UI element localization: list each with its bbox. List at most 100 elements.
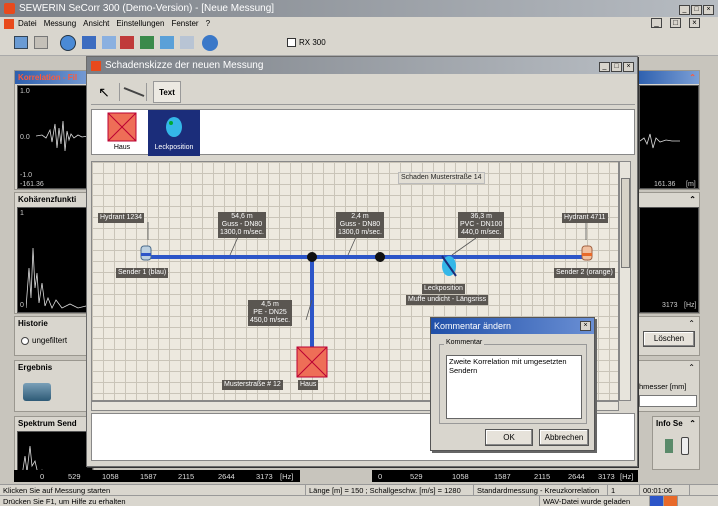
- leck-label[interactable]: Leckposition: [422, 284, 465, 294]
- sketch-maximize-button[interactable]: □: [611, 62, 622, 72]
- child-restore-button[interactable]: □: [670, 18, 681, 28]
- line-tool-icon[interactable]: [119, 83, 147, 101]
- spek-r-tick-529: 529: [410, 472, 423, 481]
- minimize-button[interactable]: _: [679, 5, 690, 15]
- kohaerenz-waveform: [26, 247, 94, 309]
- child-close-button[interactable]: ×: [689, 18, 700, 28]
- menu-datei[interactable]: Datei: [18, 19, 37, 28]
- spek-r-tick-2115: 2115: [534, 472, 551, 481]
- koh-y-top: 1: [20, 210, 24, 217]
- comment-textarea[interactable]: Zweite Korrelation mit umgesetzten Sende…: [446, 355, 582, 419]
- menu-fenster[interactable]: Fenster: [171, 19, 198, 28]
- right-hist-collapse[interactable]: ⌃: [688, 319, 695, 328]
- vscroll-thumb[interactable]: [621, 178, 630, 268]
- durchmesser-field[interactable]: [639, 395, 697, 407]
- kohaerenz-header: Kohärenzfunkti: [15, 193, 93, 206]
- hydrant-left-icon[interactable]: [139, 244, 153, 262]
- ok-button[interactable]: OK: [485, 429, 533, 446]
- close-button[interactable]: ×: [703, 5, 714, 15]
- leck-map-icon[interactable]: [438, 252, 460, 278]
- palette-haus[interactable]: Haus: [102, 112, 142, 154]
- right-ergebnis-panel: ⌃ hmesser [mm]: [636, 360, 700, 412]
- toolbar-icon-1[interactable]: [14, 36, 28, 49]
- koh-y-bot: 0: [20, 302, 24, 309]
- toolbar-icon-3[interactable]: [60, 35, 76, 51]
- pointer-tool-icon[interactable]: ↖: [95, 83, 113, 101]
- junction-2: [375, 252, 385, 262]
- right-korr-collapse[interactable]: ⌃: [689, 73, 696, 82]
- text-tool-button[interactable]: Text: [153, 81, 181, 103]
- sketch-close-button[interactable]: ×: [623, 62, 634, 72]
- maximize-button[interactable]: □: [691, 5, 702, 15]
- loeschen-button[interactable]: Löschen: [643, 331, 695, 347]
- muster-label[interactable]: Musterstraße # 12: [222, 380, 283, 390]
- comment-group: Kommentar Zweite Korrelation mit umgeset…: [439, 339, 587, 424]
- segment1-label[interactable]: 54,6 m Guss - DN80 1300,0 m/sec.: [218, 212, 266, 238]
- toolbar-icon-10[interactable]: [202, 35, 218, 51]
- menubar: Datei Messung Ansicht Einstellungen Fens…: [0, 17, 718, 30]
- spek-tick-2644: 2644: [218, 472, 235, 481]
- right-koh-collapse[interactable]: ⌃: [689, 195, 696, 204]
- spek-tick-529: 529: [68, 472, 81, 481]
- right-erg-collapse[interactable]: ⌃: [688, 363, 695, 372]
- battery-icon: [681, 437, 689, 455]
- status-indicator-orange: [664, 496, 678, 506]
- rx300-checkbox[interactable]: [287, 38, 296, 47]
- menu-help[interactable]: ?: [206, 19, 210, 28]
- ergebnis-header: Ergebnis: [15, 361, 93, 374]
- toolbar-icon-9[interactable]: [180, 36, 194, 49]
- sender2-label[interactable]: Sender 2 (orange): [554, 268, 615, 278]
- info-collapse[interactable]: ⌃: [689, 419, 696, 428]
- sketch-vscroll[interactable]: [619, 161, 631, 401]
- korrelation-header: Korrelation - Fil: [15, 71, 93, 84]
- muffe-label[interactable]: Muffe undicht - Längsriss: [406, 295, 489, 305]
- toolbar-icon-7[interactable]: [140, 36, 154, 49]
- status-wav: WAV-Datei wurde geladen: [540, 496, 650, 506]
- hydrant-left-label[interactable]: Hydrant 1234: [98, 213, 145, 223]
- child-minimize-button[interactable]: _: [651, 18, 662, 28]
- korr-y-mid: 0.0: [20, 134, 30, 141]
- segment2-label[interactable]: 2,4 m Guss - DN80 1300,0 m/sec.: [336, 212, 384, 238]
- toolbar-icon-5[interactable]: [102, 36, 116, 49]
- toolbar-icon-6[interactable]: [120, 36, 134, 49]
- sketch-titlebar: Schadenskizze der neuen Messung _ □ ×: [87, 57, 637, 74]
- sketch-tool-strip: ↖ Text: [91, 79, 635, 105]
- durchmesser-label: hmesser [mm]: [639, 382, 687, 391]
- palette-leck-label: Leckposition: [154, 144, 194, 151]
- right-korrelation-panel: ⌃ 161.36 [m]: [636, 70, 700, 190]
- menu-ansicht[interactable]: Ansicht: [83, 19, 109, 28]
- spek-r-tick-0: 0: [378, 472, 383, 481]
- comment-close-button[interactable]: ×: [580, 321, 591, 331]
- menu-messung[interactable]: Messung: [44, 19, 76, 28]
- sender1-label[interactable]: Sender 1 (blau): [116, 268, 169, 278]
- sketch-minimize-button[interactable]: _: [599, 62, 610, 72]
- segment3-label[interactable]: 36,3 m PVC - DN100 440,0 m/sec.: [458, 212, 505, 238]
- header-note-label[interactable]: Schaden Musterstraße 14: [398, 172, 485, 184]
- ungefiltert-radio[interactable]: [21, 337, 29, 345]
- korr-y-bot: -1.0: [20, 172, 33, 179]
- hydrant-right-label[interactable]: Hydrant 4711: [562, 213, 608, 223]
- spek-r-tick-unit: [Hz]: [620, 472, 634, 481]
- haus-map-label[interactable]: Haus: [298, 380, 319, 390]
- haus-map-icon[interactable]: [296, 346, 328, 378]
- abbrechen-button[interactable]: Abbrechen: [539, 429, 589, 446]
- status-time: 00:01:06: [640, 485, 690, 495]
- palette-haus-label: Haus: [113, 144, 131, 151]
- palette-leckposition[interactable]: Leckposition: [148, 110, 200, 156]
- segment4-label[interactable]: 4,5 m PE - DN25 450,0 m/sec.: [248, 300, 293, 326]
- toolbar: RX 300: [0, 30, 718, 56]
- menu-einstellungen[interactable]: Einstellungen: [116, 19, 164, 28]
- toolbar-icon-2[interactable]: [34, 36, 48, 49]
- spek-tick-1587: 1587: [140, 472, 157, 481]
- toolbar-icon-8[interactable]: [160, 36, 174, 49]
- historie-panel: Historie ungefiltert: [14, 316, 94, 356]
- hydrant-right-icon[interactable]: [580, 244, 594, 262]
- koh-x-unit: [Hz]: [684, 302, 697, 309]
- status-help: Drücken Sie F1, um Hilfe zu erhalten: [0, 496, 540, 506]
- koh-x-right: 3173: [662, 302, 678, 309]
- toolbar-icon-4[interactable]: [82, 36, 96, 49]
- app-title: SEWERIN SeCorr 300 (Demo-Version) - [Neu…: [19, 3, 275, 14]
- ergebnis-panel: Ergebnis: [14, 360, 94, 412]
- status-num: 1: [608, 485, 640, 495]
- spektrum-axis-right: 0 529 1058 1587 2115 2644 3173 [Hz]: [372, 470, 638, 482]
